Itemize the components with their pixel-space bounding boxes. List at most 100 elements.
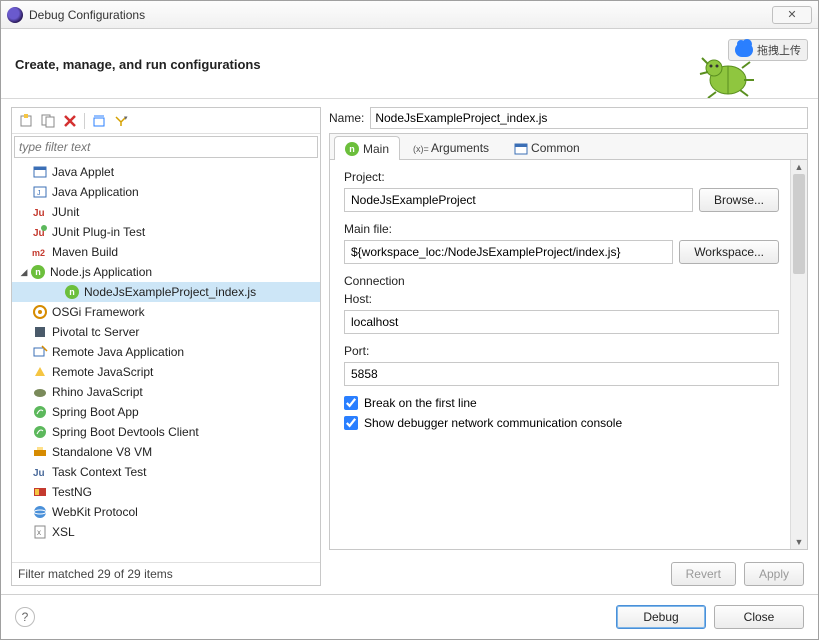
tree-item-label: Spring Boot Devtools Client: [52, 425, 199, 439]
tab-common[interactable]: Common: [502, 135, 591, 159]
remote-js-icon: [32, 364, 48, 380]
bug-icon: [694, 50, 758, 98]
tree-item[interactable]: Ju JUnit Plug-in Test: [12, 222, 320, 242]
tree-item[interactable]: nNodeJsExampleProject_index.js: [12, 282, 320, 302]
left-panel: ▾ Java AppletJJava ApplicationJuJUnitJuJ…: [11, 107, 321, 586]
expand-icon[interactable]: ◢: [18, 267, 30, 278]
tree-item-label: Node.js Application: [50, 265, 152, 279]
config-tree[interactable]: Java AppletJJava Application Ju JUnit Ju JUn…: [12, 160, 320, 562]
right-panel: Name: nMain(x)=ArgumentsCommon ▲ ▼ Proje…: [329, 107, 808, 586]
spring-icon: [32, 424, 48, 440]
svg-text:Ju: Ju: [33, 468, 45, 479]
revert-button[interactable]: Revert: [671, 562, 736, 586]
tree-item-label: Remote Java Application: [52, 345, 184, 359]
xsl-icon: X: [32, 524, 48, 540]
eclipse-icon: [7, 7, 23, 23]
svg-text:Ju: Ju: [33, 208, 45, 219]
tab-arguments[interactable]: (x)=Arguments: [402, 135, 500, 159]
show-debugger-console-checkbox[interactable]: [344, 416, 358, 430]
junit-plugin-icon: Ju: [32, 224, 48, 240]
tree-item[interactable]: Spring Boot App: [12, 402, 320, 422]
tree-item[interactable]: WebKit Protocol: [12, 502, 320, 522]
webkit-icon: [32, 504, 48, 520]
name-row: Name:: [329, 107, 808, 129]
svg-text:J: J: [37, 190, 41, 197]
titlebar[interactable]: Debug Configurations ✕: [1, 1, 818, 29]
svg-text:m2: m2: [32, 248, 45, 258]
remote-java-icon: [32, 344, 48, 360]
tree-item[interactable]: Rhino JavaScript: [12, 382, 320, 402]
args-icon: (x)=: [413, 141, 427, 155]
close-button[interactable]: Close: [714, 605, 804, 629]
tree-item-label: Pivotal tc Server: [52, 325, 139, 339]
tcserver-icon: [32, 324, 48, 340]
tree-item[interactable]: TestNG: [12, 482, 320, 502]
filter-input[interactable]: [14, 136, 318, 158]
tab-label: Common: [531, 141, 580, 155]
delete-config-button[interactable]: [60, 111, 80, 131]
help-button[interactable]: ?: [15, 607, 35, 627]
tree-item-label: Remote JavaScript: [52, 365, 153, 379]
svg-text:▾: ▾: [124, 115, 128, 122]
apply-button[interactable]: Apply: [744, 562, 804, 586]
duplicate-config-button[interactable]: [38, 111, 58, 131]
tree-item[interactable]: m2Maven Build: [12, 242, 320, 262]
tree-item-label: NodeJsExampleProject_index.js: [84, 285, 256, 299]
tab-label: Arguments: [431, 141, 489, 155]
name-input[interactable]: [370, 107, 808, 129]
footer: ? Debug Close: [1, 594, 818, 639]
close-icon: ✕: [787, 8, 796, 21]
project-input[interactable]: [344, 188, 693, 212]
tree-item[interactable]: JuTask Context Test: [12, 462, 320, 482]
tab-main[interactable]: n Main: [334, 136, 400, 160]
osgi-icon: [32, 304, 48, 320]
revert-apply-row: Revert Apply: [329, 554, 808, 586]
break-first-line-checkbox[interactable]: [344, 396, 358, 410]
workspace-button[interactable]: Workspace...: [679, 240, 779, 264]
tree-item[interactable]: Ju JUnit: [12, 202, 320, 222]
filter-button[interactable]: ▾: [111, 111, 131, 131]
tree-item-label: JUnit Plug-in Test: [52, 225, 145, 239]
connection-title: Connection: [344, 274, 779, 288]
svg-text:(x)=: (x)=: [413, 144, 429, 154]
mainfile-input[interactable]: [344, 240, 673, 264]
tree-item[interactable]: ◢nNode.js Application: [12, 262, 320, 282]
toolbar-separator: [84, 113, 85, 129]
tree-item-label: JUnit: [52, 205, 79, 219]
tree-item-label: XSL: [52, 525, 75, 539]
tree-item[interactable]: X XSL: [12, 522, 320, 542]
rhino-icon: [32, 384, 48, 400]
java-app-icon: J: [32, 184, 48, 200]
nodejs-icon: n: [345, 142, 359, 156]
new-config-button[interactable]: [16, 111, 36, 131]
tree-item[interactable]: Java Applet: [12, 162, 320, 182]
header-title: Create, manage, and run configurations: [15, 57, 261, 72]
tree-toolbar: ▾: [12, 108, 320, 134]
tree-item[interactable]: OSGi Framework: [12, 302, 320, 322]
tree-item-label: Spring Boot App: [52, 405, 139, 419]
header: Create, manage, and run configurations 拖…: [1, 29, 818, 99]
common-icon: [513, 141, 527, 155]
dialog-window: Debug Configurations ✕ Create, manage, a…: [0, 0, 819, 640]
tab-label: Main: [363, 142, 389, 156]
maven-icon: m2: [32, 244, 48, 260]
v8-icon: [32, 444, 48, 460]
tree-item[interactable]: Pivotal tc Server: [12, 322, 320, 342]
browse-button[interactable]: Browse...: [699, 188, 779, 212]
collapse-all-button[interactable]: [89, 111, 109, 131]
tree-item-label: OSGi Framework: [52, 305, 145, 319]
port-input[interactable]: [344, 362, 779, 386]
break-first-line-label: Break on the first line: [364, 396, 477, 410]
host-input[interactable]: [344, 310, 779, 334]
tree-item-label: TestNG: [52, 485, 92, 499]
tree-item[interactable]: Standalone V8 VM: [12, 442, 320, 462]
tree-item[interactable]: Remote JavaScript: [12, 362, 320, 382]
name-label: Name:: [329, 111, 364, 125]
window-close-button[interactable]: ✕: [772, 6, 812, 24]
debug-button[interactable]: Debug: [616, 605, 706, 629]
tree-item[interactable]: JJava Application: [12, 182, 320, 202]
tabs-container: nMain(x)=ArgumentsCommon ▲ ▼ Project: Br…: [329, 133, 808, 550]
testng-icon: [32, 484, 48, 500]
tree-item[interactable]: Spring Boot Devtools Client: [12, 422, 320, 442]
tree-item[interactable]: Remote Java Application: [12, 342, 320, 362]
